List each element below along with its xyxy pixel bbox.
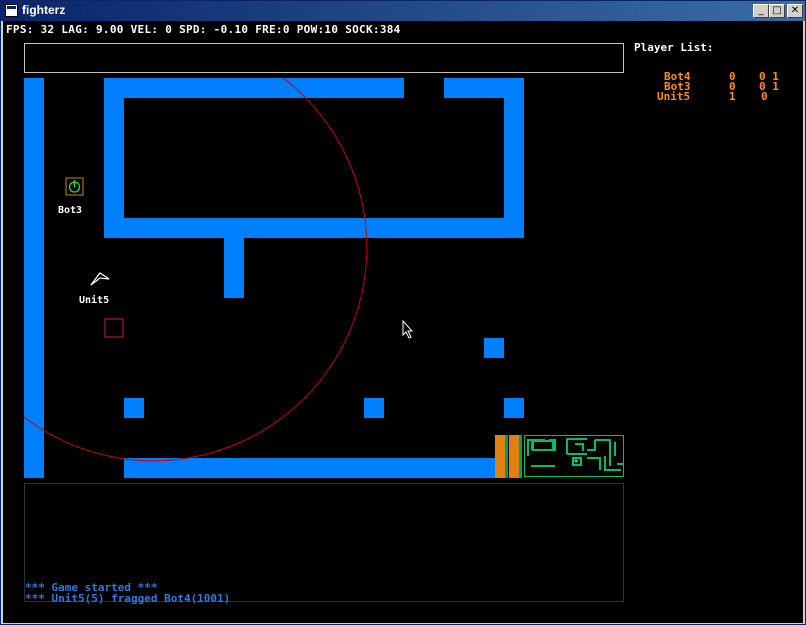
bot3-label: Bot3: [58, 205, 83, 216]
mouse-cursor-icon: [402, 319, 414, 339]
bot3-power-icon: [65, 177, 84, 196]
target-marker: [104, 318, 124, 338]
game-window: fighterz _ □ ✕ FPS: 32 LAG: 9.00 VEL: 0 …: [0, 0, 806, 625]
game-canvas[interactable]: FPS: 32 LAG: 9.00 VEL: 0 SPD: -0.10 FRE:…: [3, 21, 803, 623]
unit5-ship-icon: [90, 272, 110, 286]
log-line: *** Unit5(5) fragged Bot4(1001): [25, 592, 231, 605]
maximize-button[interactable]: □: [769, 4, 785, 18]
close-button[interactable]: ✕: [787, 4, 803, 18]
app-icon[interactable]: [5, 4, 18, 17]
unit5-label: Unit5: [79, 295, 110, 306]
window-title: fighterz: [22, 3, 66, 17]
minimize-button[interactable]: _: [753, 4, 769, 18]
title-bar[interactable]: fighterz _ □ ✕: [1, 1, 805, 21]
radar-arc: [23, 77, 368, 462]
